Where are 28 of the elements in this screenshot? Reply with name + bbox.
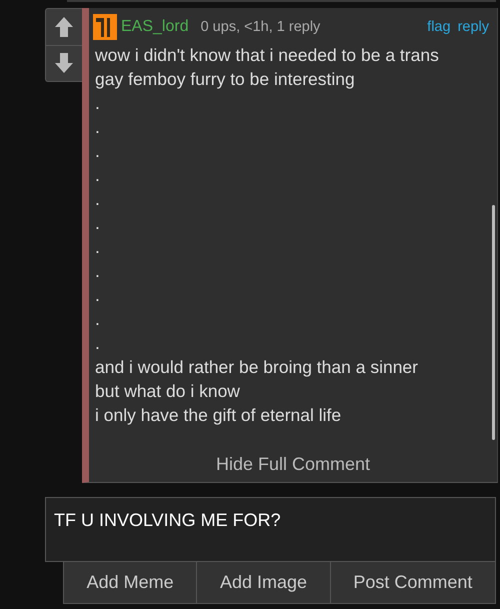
comment-text-line: . [95,188,101,211]
up-arrow-icon [54,16,74,38]
comment-text-line: wow i didn't know that i needed to be a trans [95,44,440,67]
avatar-icon [93,14,117,40]
comment-text-line: but what do i know [95,380,241,403]
comment-action-link[interactable]: flag [427,19,451,35]
comment-text-line: . [95,92,101,115]
comment-action-link[interactable]: reply [458,19,489,35]
comment-meta: 0 ups, <1h, 1 reply [200,19,322,35]
comment-text-line: . [95,212,101,235]
comment-text-line: . [95,236,101,259]
comment-text-line: . [95,284,101,307]
reply-field[interactable]: TF U INVOLVING ME FOR? [45,497,496,562]
comment-text-line: . [95,260,101,283]
comment-text-line: and i would rather be broing than a sinner [95,356,419,379]
comment-tool-button[interactable]: Add Image [197,562,331,604]
comment-text-line: . [95,164,101,187]
comment-text-line: . [95,332,101,355]
comment-author[interactable]: EAS_lord [121,18,189,36]
comment-tool-button[interactable]: Add Meme [63,562,198,604]
comment-text-line: i only have the gift of eternal life [95,404,342,427]
comment-text-line: . [95,308,101,331]
comment-text-line: . [95,140,101,163]
comment-tool-button[interactable]: Post Comment [330,562,496,604]
hide-comment-button[interactable]: Hide Full Comment [210,453,376,476]
down-arrow-icon [54,52,74,74]
comment-text-line: gay femboy furry to be interesting [95,68,356,91]
comment-text-line: . [95,116,101,139]
